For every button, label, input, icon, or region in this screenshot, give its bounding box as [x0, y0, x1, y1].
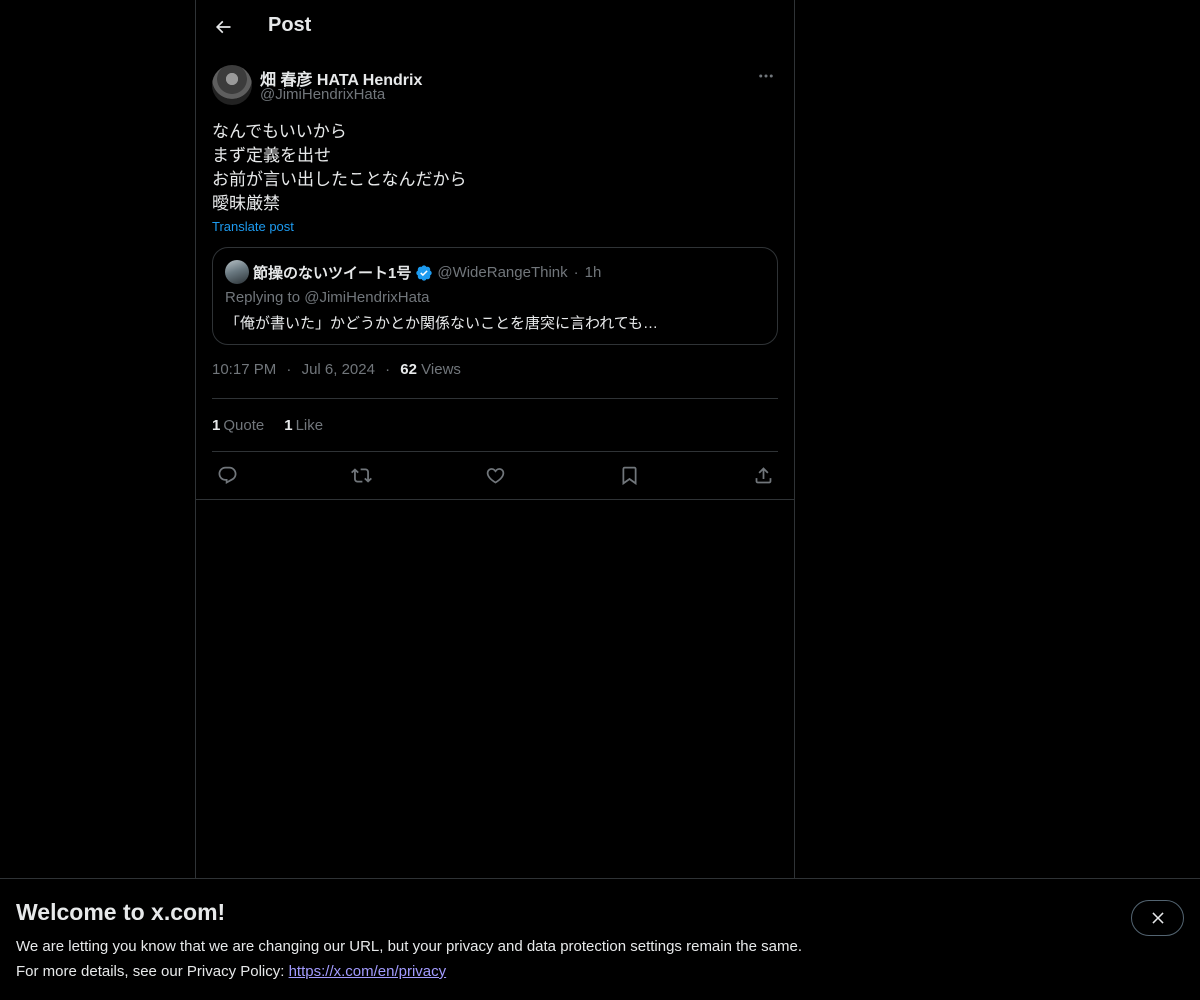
post-text-line: お前が言い出したことなんだから — [212, 170, 467, 189]
banner-message: We are letting you know that we are chan… — [16, 938, 802, 955]
views-count: 62 — [400, 361, 417, 378]
arrow-left-icon — [215, 20, 231, 34]
like-button[interactable] — [483, 463, 507, 487]
quote-replying-to: Replying to @JimiHendrixHata — [225, 289, 430, 306]
quote-time: 1h — [584, 264, 602, 281]
post: 畑 春彦 HATA Hendrix @JimiHendrixHata なんでもい… — [212, 64, 778, 499]
action-bar — [212, 452, 778, 499]
heart-icon — [486, 467, 504, 484]
quote-display-name: 節操のないツイート1号 — [253, 265, 412, 282]
top-bar: Post — [196, 0, 794, 53]
quote-avatar — [225, 260, 249, 284]
post-text-line: まず定義を出せ — [212, 146, 331, 165]
quotes-label: Quote — [223, 416, 265, 434]
post-time[interactable]: 10:17 PM — [212, 361, 276, 378]
quote-text: 「俺が書いた」かどうかとか関係ないことを唐突に言われても… — [225, 315, 659, 332]
verified-badge-icon — [415, 264, 433, 282]
page-title: Post — [268, 14, 312, 36]
post-author: 畑 春彦 HATA Hendrix @JimiHendrixHata — [212, 64, 778, 108]
quoted-post-card[interactable]: 節操のないツイート1号 @WideRangeThink · 1h Replyin… — [212, 247, 778, 345]
back-button[interactable] — [206, 10, 240, 44]
repost-icon — [350, 467, 372, 483]
reply-button[interactable] — [215, 463, 239, 487]
translate-post-link[interactable]: Translate post — [212, 219, 294, 234]
quote-handle: @WideRangeThink — [437, 264, 568, 281]
close-banner-button[interactable] — [1131, 900, 1184, 936]
views-label: Views — [421, 361, 461, 378]
likes-label: Like — [295, 416, 324, 434]
banner-privacy-text: For more details, see our Privacy Policy… — [16, 963, 289, 980]
quote-separator: · — [573, 264, 579, 281]
bookmark-button[interactable] — [617, 463, 641, 487]
engagement-stats: 1 Quote 1 Like — [212, 399, 778, 451]
repost-button[interactable] — [349, 463, 373, 487]
meta-separator: · — [385, 361, 391, 378]
author-handle[interactable]: @JimiHendrixHata — [260, 86, 385, 103]
likes-stat[interactable]: 1 Like — [284, 417, 323, 434]
quote-header: 節操のないツイート1号 @WideRangeThink · 1h — [253, 262, 601, 283]
quotes-stat[interactable]: 1 Quote — [212, 417, 264, 434]
divider — [196, 499, 794, 500]
privacy-policy-link[interactable]: https://x.com/en/privacy — [289, 963, 447, 980]
post-date[interactable]: Jul 6, 2024 — [302, 361, 375, 378]
likes-count: 1 — [284, 416, 293, 434]
post-text: なんでもいいから まず定義を出せ お前が言い出したことなんだから 曖昧厳禁 — [212, 120, 778, 216]
share-button[interactable] — [751, 463, 775, 487]
share-icon — [755, 466, 771, 483]
post-meta: 10:17 PM · Jul 6, 2024 · 62 Views — [212, 361, 778, 383]
more-button[interactable] — [754, 64, 778, 88]
more-dots-icon — [759, 74, 773, 78]
close-icon — [1151, 912, 1164, 924]
banner-title: Welcome to x.com! — [16, 899, 226, 925]
post-text-line: なんでもいいから — [212, 122, 347, 141]
quotes-count: 1 — [212, 416, 221, 434]
bookmark-icon — [622, 466, 636, 485]
url-change-banner: Welcome to x.com! We are letting you kno… — [0, 878, 1200, 1000]
banner-privacy-line: For more details, see our Privacy Policy… — [16, 963, 446, 980]
main-column: Post 畑 春彦 HATA Hendrix @JimiHendrixHata … — [195, 0, 795, 880]
reply-icon — [218, 466, 236, 484]
post-text-line: 曖昧厳禁 — [212, 194, 280, 213]
avatar[interactable] — [212, 65, 252, 105]
meta-separator: · — [286, 361, 292, 378]
